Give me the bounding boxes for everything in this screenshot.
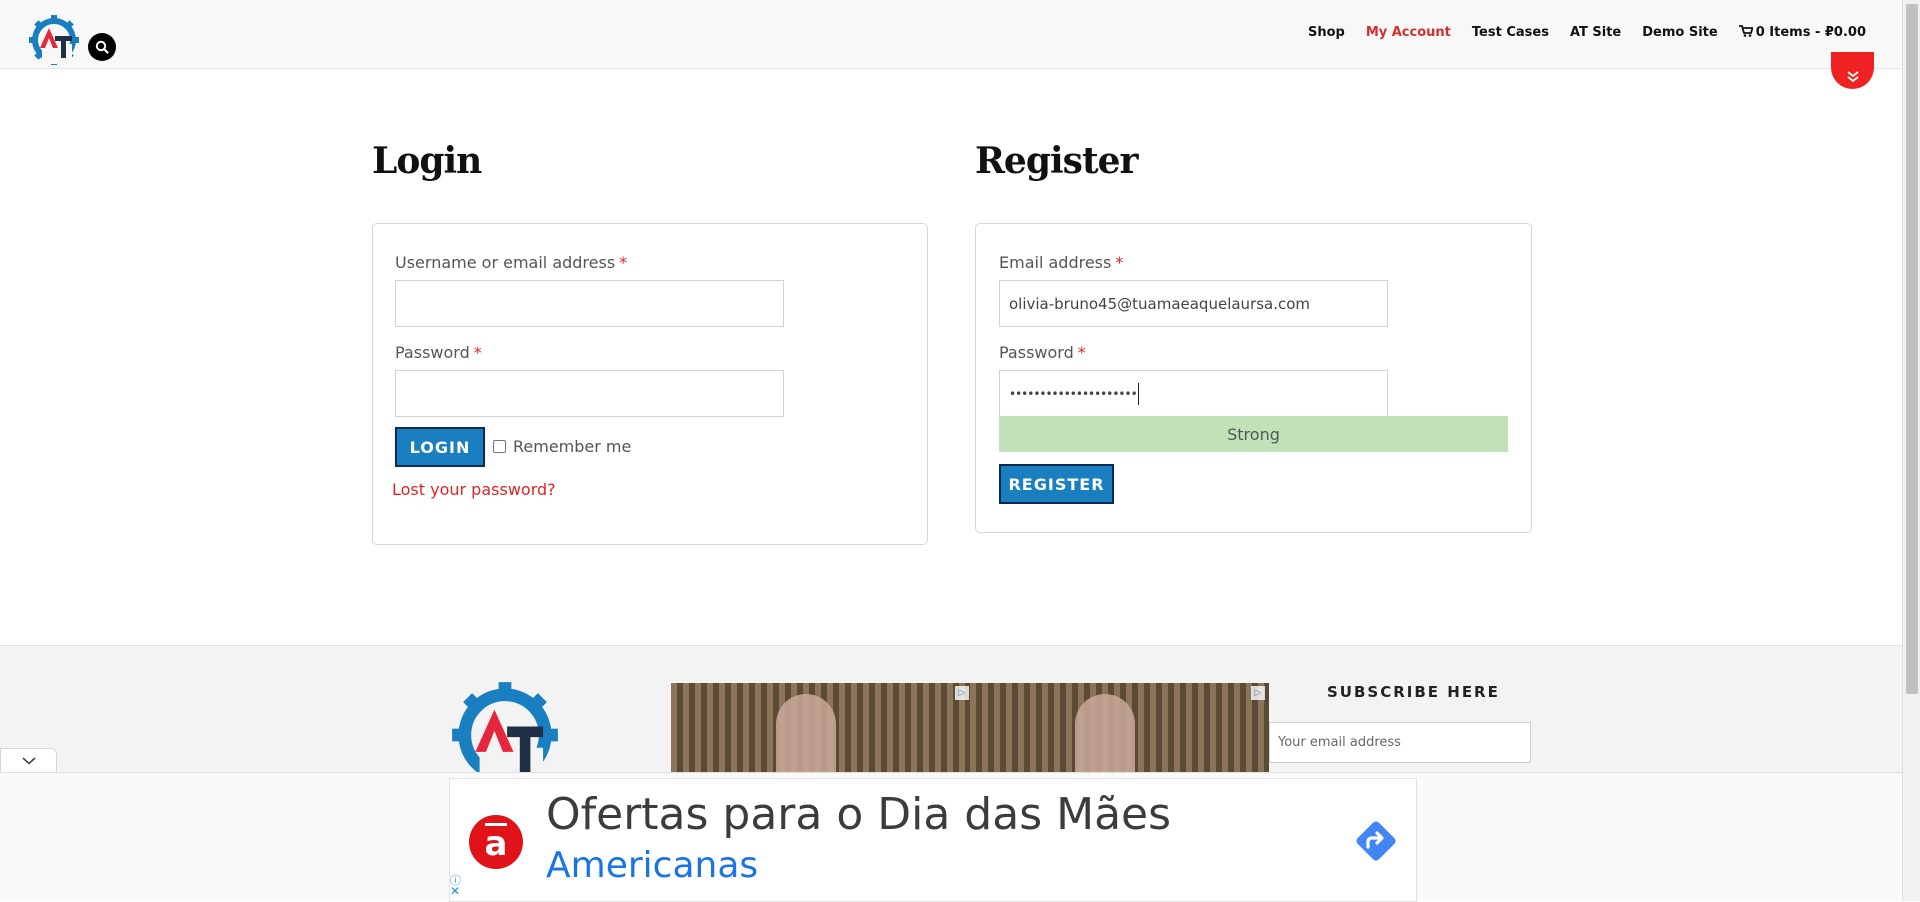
double-chevron-down-icon — [1846, 71, 1859, 83]
nav-cart[interactable]: 0 Items - ₽0.00 — [1738, 25, 1866, 40]
register-button[interactable]: REGISTER — [999, 464, 1114, 504]
required-mark: * — [1077, 343, 1086, 362]
login-form: Username or email address * Password * LOG… — [372, 223, 928, 545]
chevron-down-icon — [21, 757, 36, 765]
password-mask: ••••••••••••••••••••• — [1009, 386, 1138, 401]
cart-icon — [1738, 25, 1753, 37]
required-mark: * — [619, 253, 628, 272]
register-password-label: Password * — [999, 343, 1086, 362]
ad-close-icon[interactable]: ✕ — [450, 884, 460, 898]
remember-me-label: Remember me — [513, 437, 632, 456]
nav-demo-site[interactable]: Demo Site — [1642, 25, 1717, 40]
login-title: Login — [372, 140, 482, 182]
username-input[interactable] — [395, 280, 784, 327]
ad-advertiser: Americanas — [546, 845, 759, 886]
nav-my-account[interactable]: My Account — [1366, 25, 1451, 40]
nav-test-cases[interactable]: Test Cases — [1472, 25, 1549, 40]
scroll-toggle-button[interactable] — [1831, 52, 1874, 89]
scrollbar-thumb[interactable] — [1906, 4, 1918, 694]
adchoices-icon[interactable]: ▷ — [955, 686, 969, 700]
cart-summary: 0 Items - ₽0.00 — [1755, 25, 1866, 40]
ad-go-arrow-icon[interactable] — [1351, 816, 1401, 866]
required-mark: * — [473, 343, 482, 362]
advertiser-logo-icon: a — [469, 815, 523, 869]
brand-glyph: a — [484, 823, 508, 864]
register-title: Register — [975, 140, 1138, 182]
remember-me-checkbox[interactable] — [493, 440, 506, 453]
anchor-ad[interactable]: a Ofertas para o Dia das Mães Americanas — [449, 778, 1417, 902]
nav-shop[interactable]: Shop — [1308, 25, 1345, 40]
subscribe-title: SUBSCRIBE HERE — [1327, 683, 1500, 701]
password-strength-meter: Strong — [999, 416, 1508, 452]
username-label: Username or email address * — [395, 253, 628, 272]
search-button[interactable] — [88, 33, 116, 61]
login-password-label: Password * — [395, 343, 482, 362]
text-cursor — [1137, 382, 1139, 405]
search-icon — [95, 40, 109, 54]
page-scrollbar[interactable] — [1902, 0, 1920, 901]
adchoices-icon[interactable]: ▷ — [1251, 686, 1265, 700]
ad-headline: Ofertas para o Dia das Mães — [546, 789, 1172, 840]
register-email-input[interactable]: olivia-bruno45@tuamaeaquelaursa.com — [999, 280, 1388, 327]
collapse-ad-button[interactable] — [0, 748, 57, 773]
nav-at-site[interactable]: AT Site — [1570, 25, 1621, 40]
register-form: Email address * olivia-bruno45@tuamaeaque… — [975, 223, 1532, 533]
login-button[interactable]: LOGIN — [395, 427, 485, 467]
site-footer: ▷ ▷ SUBSCRIBE HERE Your email address — [0, 645, 1902, 793]
email-label: Email address * — [999, 253, 1124, 272]
site-header: Shop My Account Test Cases AT Site Demo … — [0, 0, 1902, 69]
main-nav: Shop My Account Test Cases AT Site Demo … — [1308, 25, 1866, 40]
register-password-input[interactable]: ••••••••••••••••••••• — [999, 370, 1388, 417]
site-logo-icon[interactable] — [28, 14, 80, 66]
anchor-ad-container: a Ofertas para o Dia das Mães Americanas… — [0, 772, 1902, 902]
lost-password-link[interactable]: Lost your password? — [392, 480, 556, 499]
required-mark: * — [1115, 253, 1124, 272]
login-password-input[interactable] — [395, 370, 784, 417]
subscribe-email-input[interactable]: Your email address — [1269, 722, 1531, 763]
